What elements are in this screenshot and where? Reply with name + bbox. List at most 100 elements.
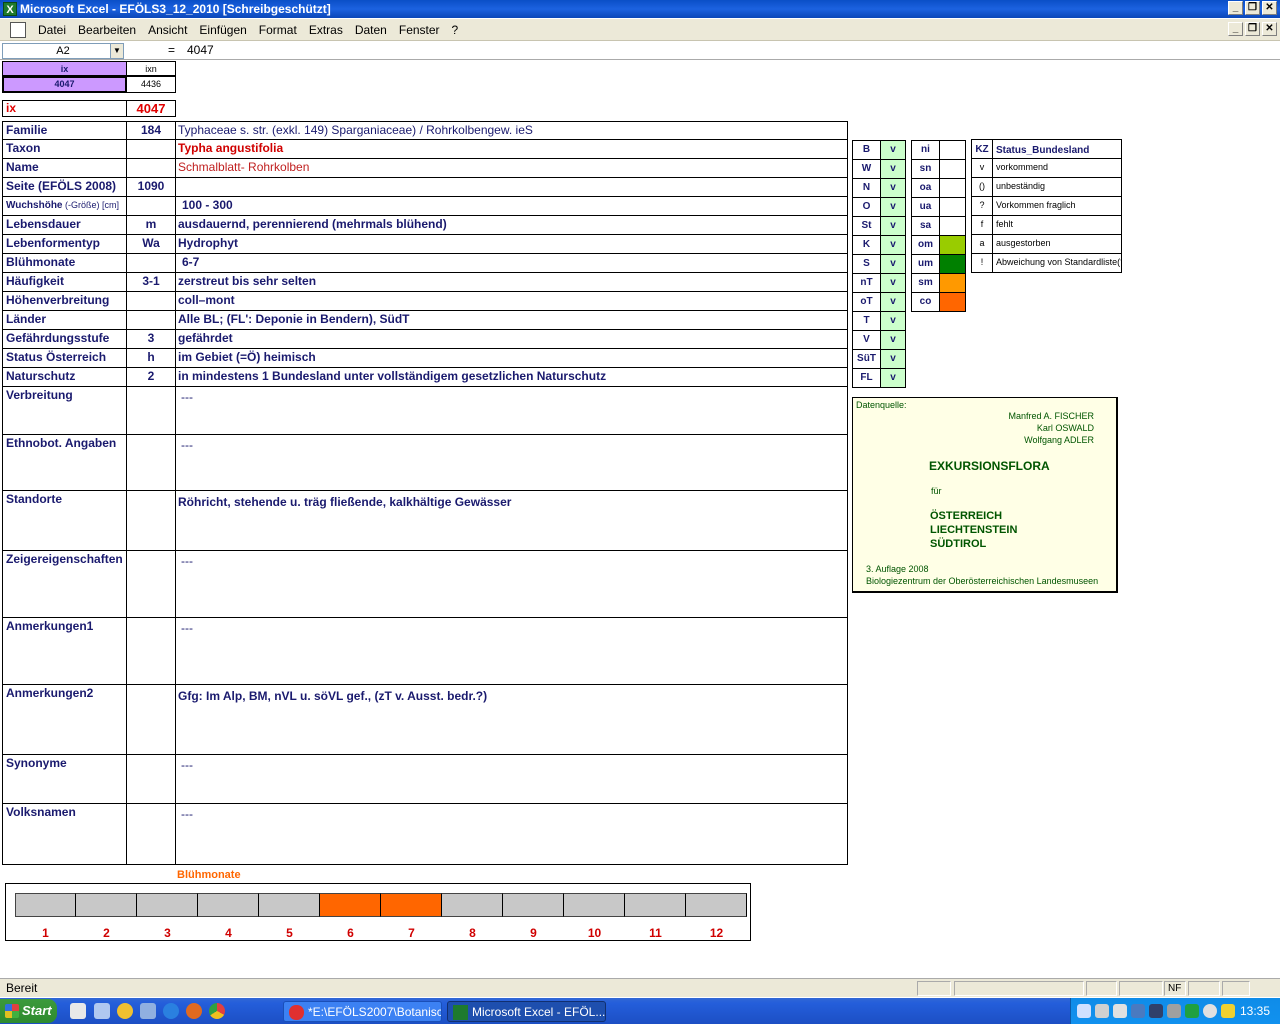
legend-text-cell[interactable]: Vorkommen fraglich <box>992 196 1122 216</box>
menu-help[interactable]: ? <box>446 23 465 37</box>
legend-code-cell[interactable]: a <box>971 234 993 254</box>
state-value-cell[interactable]: v <box>880 254 906 274</box>
height-code-cell[interactable]: ni <box>911 140 940 160</box>
height-code-cell[interactable]: oa <box>911 178 940 198</box>
state-code-cell[interactable]: oT <box>852 292 881 312</box>
height-code-cell[interactable]: om <box>911 235 940 255</box>
row-code-cell[interactable] <box>126 253 176 273</box>
section-label-cell[interactable]: Zeigereigenschaften <box>2 550 127 618</box>
state-value-cell[interactable]: v <box>880 368 906 388</box>
state-value-cell[interactable]: v <box>880 197 906 217</box>
row-code-cell[interactable] <box>126 139 176 159</box>
firefox-icon[interactable] <box>186 1003 202 1019</box>
state-value-cell[interactable]: v <box>880 178 906 198</box>
row-code-cell[interactable] <box>126 196 176 216</box>
section-label-cell[interactable]: Volksnamen <box>2 803 127 865</box>
minimize-button[interactable]: _ <box>1228 1 1243 15</box>
row-label-cell[interactable]: Seite (EFÖLS 2008) <box>2 177 127 197</box>
row-value-cell[interactable]: Typhaceae s. str. (exkl. 149) Sparganiac… <box>175 121 848 140</box>
row-label-cell[interactable]: Höhenverbreitung <box>2 291 127 311</box>
height-color-cell[interactable] <box>939 292 966 312</box>
ix-big-value-cell[interactable]: 4047 <box>126 100 176 117</box>
menu-fenster[interactable]: Fenster <box>393 23 446 37</box>
row-code-cell[interactable] <box>126 158 176 178</box>
height-code-cell[interactable]: ua <box>911 197 940 217</box>
ie-icon[interactable] <box>163 1003 179 1019</box>
section-label-cell[interactable]: Verbreitung <box>2 386 127 435</box>
state-code-cell[interactable]: St <box>852 216 881 236</box>
state-value-cell[interactable]: v <box>880 235 906 255</box>
menu-extras[interactable]: Extras <box>303 23 349 37</box>
doc-close-button[interactable]: ✕ <box>1262 22 1277 36</box>
state-code-cell[interactable]: T <box>852 311 881 331</box>
row-label-cell[interactable]: Gefährdungsstufe <box>2 329 127 349</box>
legend-text-cell[interactable]: ausgestorben <box>992 234 1122 254</box>
section-value-cell[interactable]: --- <box>175 434 848 491</box>
row-code-cell[interactable]: Wa <box>126 234 176 254</box>
row-code-cell[interactable] <box>126 310 176 330</box>
state-value-cell[interactable]: v <box>880 273 906 293</box>
search-icon[interactable] <box>1077 1004 1091 1018</box>
name-box[interactable]: A2 ▼ <box>2 43 124 59</box>
row-code-cell[interactable]: h <box>126 348 176 368</box>
doc-restore-button[interactable]: ❐ <box>1245 22 1260 36</box>
height-color-cell[interactable] <box>939 197 966 217</box>
row-label-cell[interactable]: Wuchshöhe (-Größe) [cm] <box>2 196 127 216</box>
row-value-cell[interactable]: 100 - 300 <box>175 196 848 216</box>
tray-icon[interactable] <box>1131 1004 1145 1018</box>
menu-daten[interactable]: Daten <box>349 23 393 37</box>
state-code-cell[interactable]: K <box>852 235 881 255</box>
doc-minimize-button[interactable]: _ <box>1228 22 1243 36</box>
state-code-cell[interactable]: V <box>852 330 881 350</box>
state-code-cell[interactable]: nT <box>852 273 881 293</box>
section-code-cell[interactable] <box>126 754 176 804</box>
state-value-cell[interactable]: v <box>880 311 906 331</box>
quicklaunch-icon[interactable] <box>94 1003 110 1019</box>
section-value-cell[interactable]: --- <box>175 803 848 865</box>
legend-code-cell[interactable]: ! <box>971 253 993 273</box>
row-label-cell[interactable]: Name <box>2 158 127 178</box>
ixn-header-cell[interactable]: ixn <box>126 61 176 76</box>
state-code-cell[interactable]: FL <box>852 368 881 388</box>
row-label-cell[interactable]: Taxon <box>2 139 127 159</box>
row-value-cell[interactable]: 6-7 <box>175 253 848 273</box>
section-label-cell[interactable]: Standorte <box>2 490 127 551</box>
state-code-cell[interactable]: B <box>852 140 881 160</box>
row-label-cell[interactable]: Blühmonate <box>2 253 127 273</box>
state-value-cell[interactable]: v <box>880 159 906 179</box>
shield-icon[interactable] <box>1149 1004 1163 1018</box>
height-code-cell[interactable]: sn <box>911 159 940 179</box>
section-code-cell[interactable] <box>126 803 176 865</box>
chevron-down-icon[interactable]: ▼ <box>110 44 123 58</box>
height-color-cell[interactable] <box>939 273 966 293</box>
row-value-cell[interactable]: zerstreut bis sehr selten <box>175 272 848 292</box>
quicklaunch-icon[interactable] <box>140 1003 156 1019</box>
row-value-cell[interactable]: Typha angustifolia <box>175 139 848 159</box>
legend-text-cell[interactable]: fehlt <box>992 215 1122 235</box>
legend-kz-header[interactable]: KZ <box>971 139 993 159</box>
taskbar-item-explorer[interactable]: *E:\EFÖLS2007\Botanisc... <box>283 1001 442 1022</box>
height-code-cell[interactable]: sa <box>911 216 940 236</box>
row-code-cell[interactable]: 1090 <box>126 177 176 197</box>
menu-format[interactable]: Format <box>253 23 303 37</box>
close-button[interactable]: ✕ <box>1262 1 1277 15</box>
height-color-cell[interactable] <box>939 140 966 160</box>
section-label-cell[interactable]: Synonyme <box>2 754 127 804</box>
section-code-cell[interactable] <box>126 550 176 618</box>
section-code-cell[interactable] <box>126 386 176 435</box>
section-code-cell[interactable] <box>126 434 176 491</box>
chrome-icon[interactable] <box>209 1003 225 1019</box>
row-value-cell[interactable] <box>175 177 848 197</box>
section-code-cell[interactable] <box>126 617 176 685</box>
section-value-cell[interactable]: --- <box>175 754 848 804</box>
height-color-cell[interactable] <box>939 254 966 274</box>
section-value-cell[interactable]: Röhricht, stehende u. träg fließende, ka… <box>175 490 848 551</box>
quicklaunch-icon[interactable] <box>70 1003 86 1019</box>
row-code-cell[interactable]: 2 <box>126 367 176 387</box>
workbook-icon[interactable] <box>10 22 26 38</box>
row-code-cell[interactable]: 184 <box>126 121 176 140</box>
row-value-cell[interactable]: coll–mont <box>175 291 848 311</box>
volume-icon[interactable] <box>1113 1004 1127 1018</box>
state-code-cell[interactable]: W <box>852 159 881 179</box>
row-value-cell[interactable]: in mindestens 1 Bundesland unter vollstä… <box>175 367 848 387</box>
